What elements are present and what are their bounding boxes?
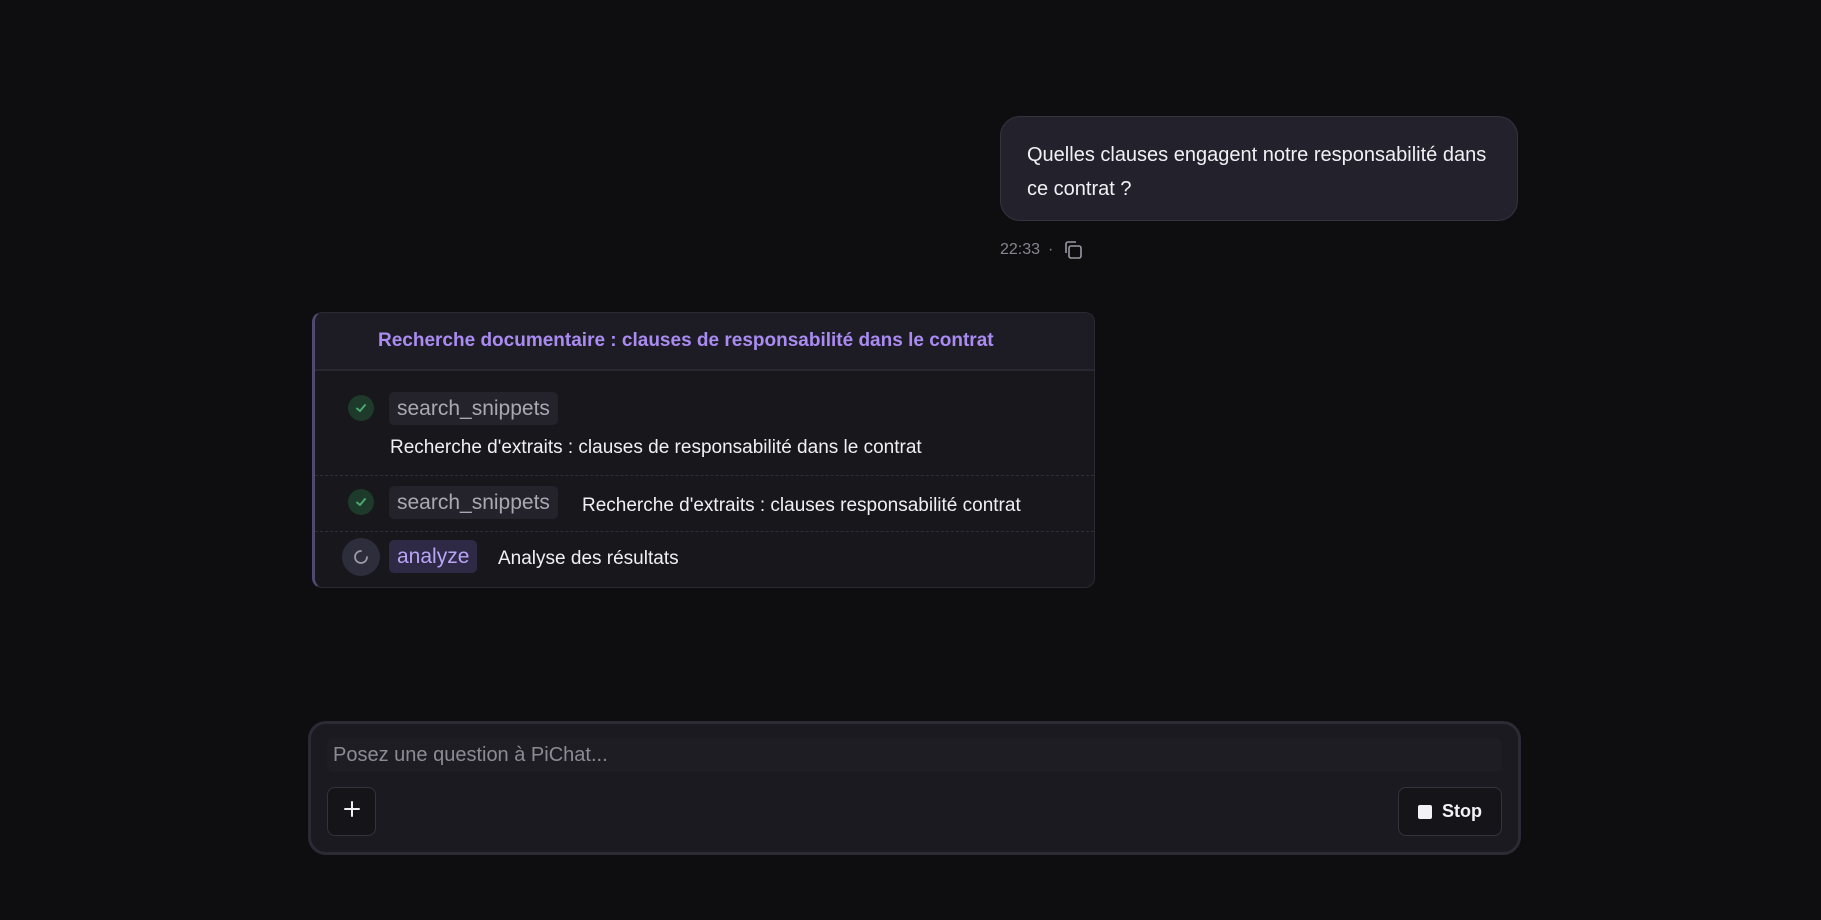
tool-step: search_snippets Recherche d'extraits : c… <box>315 476 1094 532</box>
stop-button-label: Stop <box>1442 801 1482 821</box>
tool-step: analyze Analyse des résultats <box>315 532 1094 587</box>
plus-icon <box>342 799 362 824</box>
tool-name-chip: search_snippets <box>389 392 558 425</box>
tool-step-description: Recherche d'extraits : clauses responsab… <box>582 495 1021 516</box>
check-icon <box>348 489 374 515</box>
add-attachment-button[interactable] <box>327 787 376 836</box>
message-time: 22:33 <box>1000 241 1041 258</box>
message-meta: 22:33 · <box>1000 236 1085 264</box>
spinner-icon <box>342 538 380 576</box>
tool-name-chip: analyze <box>389 540 478 573</box>
meta-separator: · <box>1048 241 1054 258</box>
message-composer: Stop <box>308 721 1521 855</box>
tool-name-chip: search_snippets <box>389 486 558 519</box>
user-message-text: Quelles clauses engagent notre responsab… <box>1027 144 1487 200</box>
question-input[interactable] <box>327 738 1502 772</box>
check-icon <box>348 395 374 421</box>
tool-step: search_snippets Recherche d'extraits : c… <box>315 371 1094 476</box>
tool-step-description: Analyse des résultats <box>498 548 679 569</box>
tool-activity-panel: Recherche documentaire : clauses de resp… <box>312 312 1095 588</box>
tool-step-description: Recherche d'extraits : clauses de respon… <box>390 437 922 458</box>
stop-button[interactable]: Stop <box>1398 787 1502 836</box>
copy-icon[interactable] <box>1061 238 1085 262</box>
tool-panel-title[interactable]: Recherche documentaire : clauses de resp… <box>315 313 1094 371</box>
user-message-bubble: Quelles clauses engagent notre responsab… <box>1000 116 1518 221</box>
chat-page: Quelles clauses engagent notre responsab… <box>0 0 1821 920</box>
stop-square-icon <box>1418 804 1432 819</box>
